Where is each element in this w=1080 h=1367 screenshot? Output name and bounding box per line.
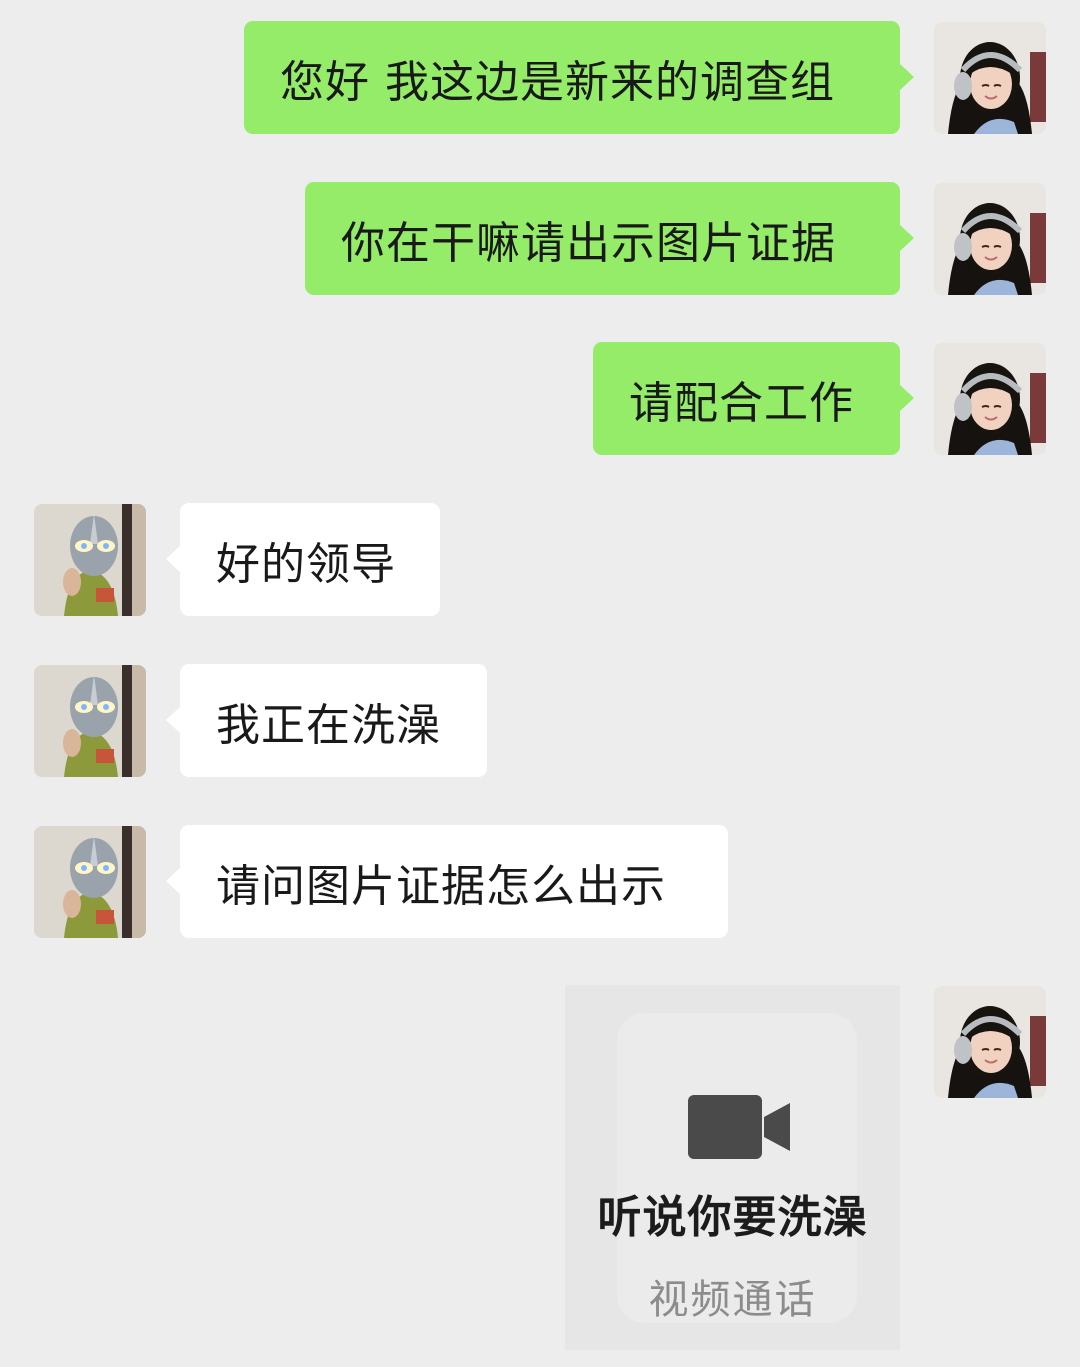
girl-with-headphones-avatar: [934, 22, 1046, 134]
message-text: 你在干嘛请出示图片证据: [341, 217, 836, 269]
ultraman-mask-avatar: [34, 826, 146, 938]
ultraman-mask-avatar: [34, 504, 146, 616]
girl-with-headphones-avatar: [934, 343, 1046, 455]
video-call-card[interactable]: 听说你要洗澡 视频通话: [565, 985, 900, 1350]
avatar-other[interactable]: [34, 504, 146, 616]
message-bubble-incoming[interactable]: 我正在洗澡: [166, 664, 487, 777]
video-card-subtitle: 视频通话: [648, 1277, 817, 1323]
avatar-self[interactable]: [934, 22, 1046, 134]
message-bubble-outgoing[interactable]: 您好 我这边是新来的调查组: [244, 21, 914, 134]
message-bubble-incoming[interactable]: 请问图片证据怎么出示: [166, 825, 728, 938]
message-bubble-outgoing[interactable]: 请配合工作: [593, 342, 914, 455]
ultraman-mask-avatar: [34, 665, 146, 777]
girl-with-headphones-avatar: [934, 183, 1046, 295]
avatar-self[interactable]: [934, 343, 1046, 455]
avatar-other[interactable]: [34, 665, 146, 777]
video-camera-icon: [688, 1095, 790, 1159]
avatar-self[interactable]: [934, 183, 1046, 295]
message-text: 请问图片证据怎么出示: [216, 860, 666, 912]
message-bubble-outgoing[interactable]: 你在干嘛请出示图片证据: [305, 182, 914, 295]
video-card-title: 听说你要洗澡: [597, 1192, 868, 1243]
message-text: 请配合工作: [629, 377, 854, 429]
message-text: 我正在洗澡: [216, 699, 441, 751]
message-text: 您好 我这边是新来的调查组: [280, 56, 835, 108]
message-text: 好的领导: [216, 538, 396, 590]
girl-with-headphones-avatar: [934, 986, 1046, 1098]
avatar-other[interactable]: [34, 826, 146, 938]
message-bubble-incoming[interactable]: 好的领导: [166, 503, 440, 616]
avatar-self[interactable]: [934, 986, 1046, 1098]
